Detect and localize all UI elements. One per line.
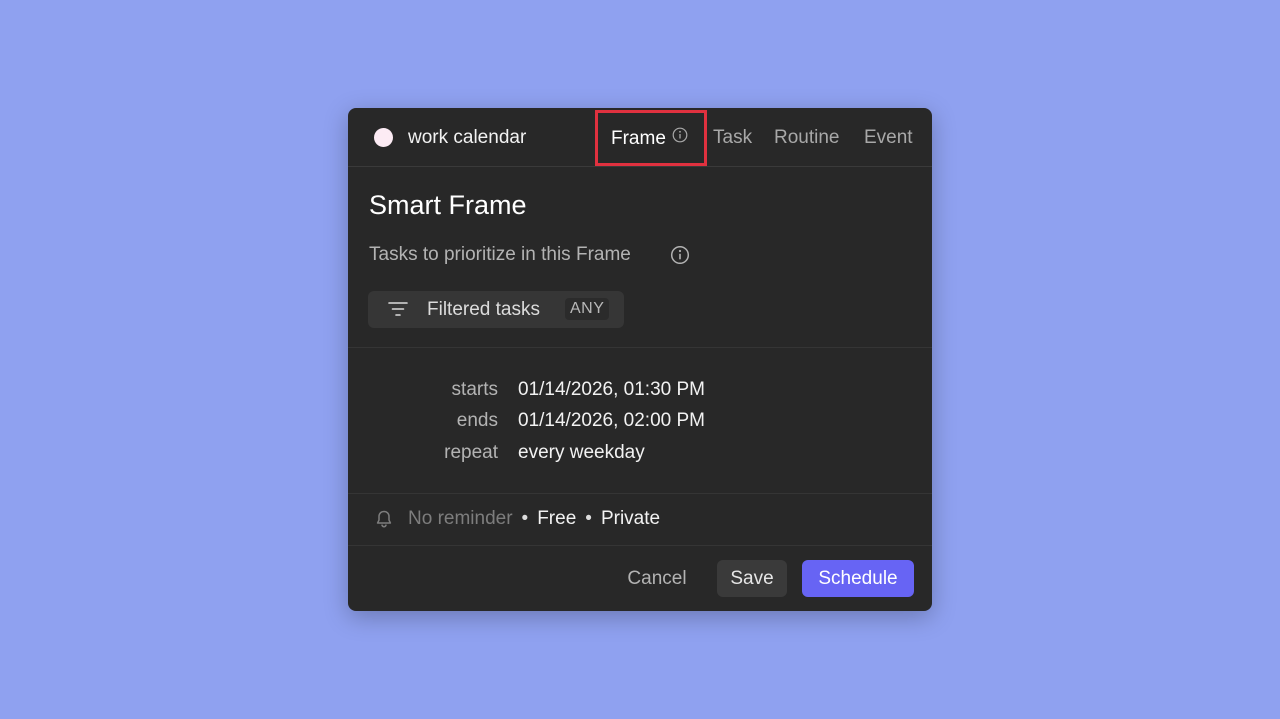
calendar-color-dot[interactable] bbox=[374, 128, 393, 147]
separator-dot: • bbox=[521, 508, 529, 529]
info-icon[interactable] bbox=[670, 245, 690, 270]
ends-value[interactable]: 01/14/2026, 02:00 PM bbox=[518, 408, 705, 434]
repeat-label: repeat bbox=[444, 442, 498, 463]
tab-task[interactable]: Task bbox=[713, 125, 752, 151]
dialog-header: work calendar Frame Task Routine Event bbox=[348, 108, 932, 167]
cancel-button[interactable]: Cancel bbox=[610, 560, 704, 597]
repeat-value[interactable]: every weekday bbox=[518, 440, 645, 466]
calendar-name[interactable]: work calendar bbox=[408, 125, 526, 151]
any-badge: ANY bbox=[565, 298, 610, 320]
schedule-button[interactable]: Schedule bbox=[802, 560, 914, 597]
info-icon[interactable] bbox=[672, 125, 688, 151]
tab-frame-label: Frame bbox=[611, 128, 666, 149]
footer-options: No reminder • Free • Private bbox=[408, 506, 660, 532]
tab-event[interactable]: Event bbox=[864, 125, 913, 151]
starts-label: starts bbox=[451, 379, 498, 400]
filtered-tasks-button[interactable]: Filtered tasks ANY bbox=[368, 291, 624, 328]
filter-icon bbox=[388, 301, 408, 322]
save-button[interactable]: Save bbox=[717, 560, 787, 597]
frame-subtitle: Tasks to prioritize in this Frame bbox=[369, 244, 631, 265]
tab-routine[interactable]: Routine bbox=[774, 125, 840, 151]
ends-label: ends bbox=[456, 410, 498, 431]
reminder-option[interactable]: No reminder bbox=[408, 508, 513, 529]
filtered-tasks-label: Filtered tasks bbox=[427, 299, 540, 320]
frame-dialog: work calendar Frame Task Routine Event S… bbox=[348, 108, 932, 611]
availability-option[interactable]: Free bbox=[537, 508, 576, 529]
bell-icon[interactable] bbox=[374, 509, 394, 534]
separator-dot: • bbox=[585, 508, 592, 529]
divider bbox=[348, 347, 932, 348]
starts-value[interactable]: 01/14/2026, 01:30 PM bbox=[518, 377, 705, 403]
divider bbox=[348, 545, 932, 546]
page-title: Smart Frame bbox=[369, 190, 527, 220]
tab-frame[interactable]: Frame bbox=[611, 125, 688, 152]
visibility-option[interactable]: Private bbox=[601, 508, 660, 529]
divider bbox=[348, 493, 932, 494]
